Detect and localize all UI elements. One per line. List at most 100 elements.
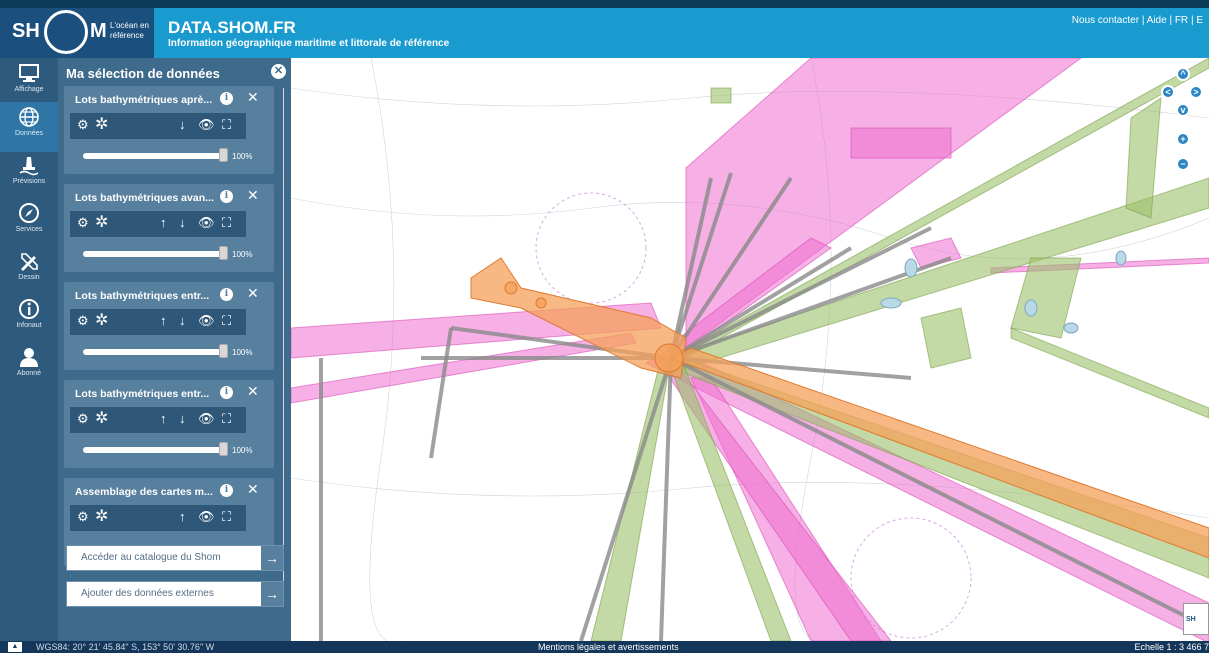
nav-label: Infonaut	[16, 322, 42, 329]
move-up-icon[interactable]: ↑	[179, 508, 186, 526]
site-title[interactable]: DATA.SHOM.FR	[168, 18, 296, 38]
nav-previsions[interactable]: Prévisions	[0, 150, 58, 200]
scale-readout: Echelle 1 : 3 466 7	[1134, 642, 1209, 652]
left-nav: Affichage Données Prévisions Services De…	[0, 58, 58, 641]
gear-icon[interactable]: ⚙	[77, 116, 89, 134]
info-icon[interactable]: i	[220, 92, 233, 105]
info-icon[interactable]: i	[220, 190, 233, 203]
zoom-extent-icon[interactable]: ⛶	[222, 410, 231, 428]
nav-affichage[interactable]: Affichage	[0, 58, 58, 108]
remove-layer-icon[interactable]: ✕	[247, 383, 259, 400]
eye-icon[interactable]: 👁	[198, 508, 215, 526]
opacity-slider[interactable]	[83, 349, 227, 355]
tools-icon[interactable]: ✲	[95, 508, 108, 526]
move-down-icon[interactable]: ↓	[179, 214, 186, 232]
eye-icon[interactable]: 👁	[198, 312, 215, 330]
tools-icon[interactable]: ✲	[95, 214, 108, 232]
remove-layer-icon[interactable]: ✕	[247, 285, 259, 302]
info-icon[interactable]: i	[220, 484, 233, 497]
compass-icon	[19, 203, 39, 223]
tools-icon[interactable]: ✲	[95, 116, 108, 134]
pan-right-icon[interactable]: >	[1189, 85, 1203, 99]
info-icon[interactable]: i	[220, 386, 233, 399]
remove-layer-icon[interactable]: ✕	[247, 89, 259, 106]
zoom-extent-icon[interactable]: ⛶	[222, 116, 231, 134]
help-link[interactable]: Aide	[1147, 15, 1167, 26]
catalog-button[interactable]: Accéder au catalogue du Shom →	[66, 545, 284, 571]
header-links: Nous contacter | Aide | FR | E	[1071, 15, 1203, 26]
info-icon[interactable]: i	[220, 288, 233, 301]
pan-down-icon[interactable]: v	[1176, 103, 1190, 117]
layer-title: Lots bathymétriques aprè...	[75, 94, 213, 106]
move-down-icon[interactable]: ↓	[179, 312, 186, 330]
nav-label: Données	[14, 130, 44, 137]
site-subtitle: Information géographique maritime et lit…	[168, 38, 450, 49]
slider-handle[interactable]	[219, 442, 228, 456]
lang-fr-link[interactable]: FR	[1175, 15, 1188, 26]
slider-handle[interactable]	[219, 344, 228, 358]
move-down-icon[interactable]: ↓	[179, 410, 186, 428]
remove-layer-icon[interactable]: ✕	[247, 187, 259, 204]
eye-icon[interactable]: 👁	[198, 214, 215, 232]
zoom-out-icon[interactable]: −	[1176, 157, 1190, 171]
layer-list-scrollbar[interactable]	[283, 88, 284, 588]
layer-card: Lots bathymétriques avan... i ✕ ⚙ ✲ ↑ ↓ …	[64, 184, 274, 272]
gear-icon[interactable]: ⚙	[77, 312, 89, 330]
nav-abonne[interactable]: Abonné	[0, 342, 58, 392]
move-up-icon[interactable]: ↑	[160, 214, 167, 232]
opacity-slider[interactable]	[83, 251, 227, 257]
opacity-value: 100%	[232, 250, 253, 259]
zoom-extent-icon[interactable]: ⛶	[222, 214, 231, 232]
gear-icon[interactable]: ⚙	[77, 508, 89, 526]
opacity-value: 100%	[232, 152, 253, 161]
opacity-slider[interactable]	[83, 447, 227, 453]
logo-ring-icon	[44, 10, 88, 54]
map-view[interactable]: ^ < > v + − SH	[291, 58, 1209, 641]
opacity-slider[interactable]	[83, 153, 227, 159]
nautical-chart[interactable]	[291, 58, 1209, 641]
nav-dessin[interactable]: Dessin	[0, 246, 58, 296]
move-down-icon[interactable]: ↓	[179, 116, 186, 134]
tools-icon[interactable]: ✲	[95, 312, 108, 330]
lang-en-link[interactable]: E	[1196, 15, 1203, 26]
arrow-right-icon: →	[261, 582, 283, 606]
layer-title: Lots bathymétriques entr...	[75, 388, 210, 400]
nav-donnees[interactable]: Données	[0, 102, 58, 152]
nav-label: Dessin	[18, 274, 40, 281]
footer-toggle-icon[interactable]: ▲	[8, 642, 22, 652]
eye-icon[interactable]: 👁	[198, 410, 215, 428]
contact-link[interactable]: Nous contacter	[1072, 15, 1139, 26]
gear-icon[interactable]: ⚙	[77, 214, 89, 232]
gear-icon[interactable]: ⚙	[77, 410, 89, 428]
zoom-in-icon[interactable]: +	[1176, 132, 1190, 146]
tools-icon[interactable]: ✲	[95, 410, 108, 428]
drawing-tools-icon	[21, 253, 38, 271]
header: SH M L'océan en référence DATA.SHOM.FR I…	[0, 8, 1209, 58]
layer-toolbar: ⚙ ✲ ↓ 👁 ⛶	[70, 113, 246, 139]
move-up-icon[interactable]: ↑	[160, 410, 167, 428]
external-data-button[interactable]: Ajouter des données externes →	[66, 581, 284, 607]
panel-title: Ma sélection de données	[66, 66, 220, 81]
slider-handle[interactable]	[219, 246, 228, 260]
move-up-icon[interactable]: ↑	[160, 312, 167, 330]
remove-layer-icon[interactable]: ✕	[247, 481, 259, 498]
close-icon[interactable]: ✕	[271, 64, 286, 79]
layer-title: Assemblage des cartes m...	[75, 486, 213, 498]
legal-link[interactable]: Mentions légales et avertissements	[538, 641, 679, 653]
user-icon	[20, 348, 38, 367]
nav-services[interactable]: Services	[0, 198, 58, 248]
eye-icon[interactable]: 👁	[198, 116, 215, 134]
zoom-extent-icon[interactable]: ⛶	[222, 312, 231, 330]
shom-logo[interactable]: SH M L'océan en référence	[0, 8, 154, 58]
info-icon	[19, 299, 39, 319]
nav-label: Services	[15, 226, 43, 233]
catalog-button-label: Accéder au catalogue du Shom	[81, 552, 221, 563]
footer: ▲ WGS84: 20° 21' 45.84" S, 153° 50' 30.7…	[0, 641, 1209, 653]
slider-handle[interactable]	[219, 148, 228, 162]
shom-mini-logo: SH	[1183, 603, 1209, 635]
pan-left-icon[interactable]: <	[1161, 85, 1175, 99]
nav-infonaut[interactable]: Infonaut	[0, 294, 58, 344]
pan-up-icon[interactable]: ^	[1176, 67, 1190, 81]
zoom-extent-icon[interactable]: ⛶	[222, 508, 231, 526]
buoy-icon	[19, 157, 39, 176]
